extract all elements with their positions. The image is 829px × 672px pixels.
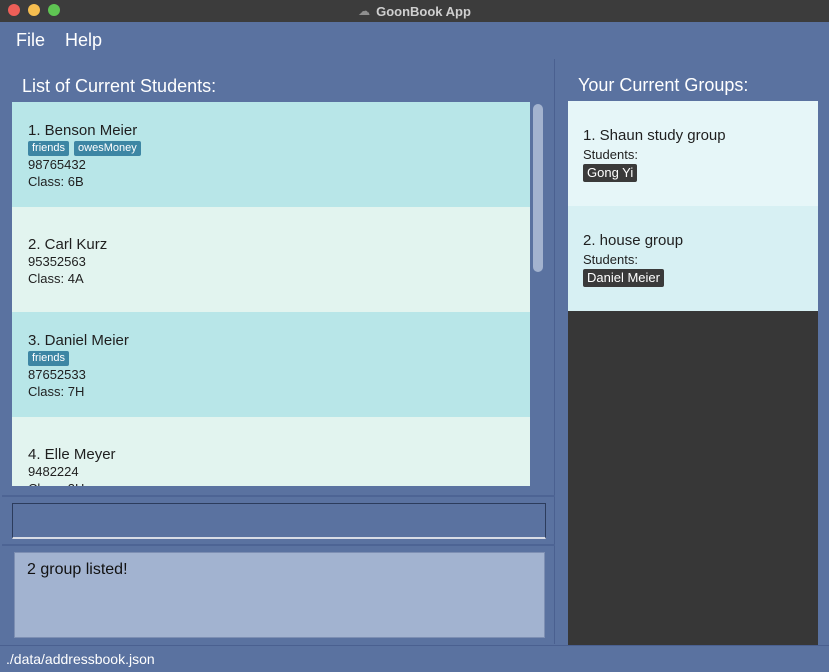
minimize-window-button[interactable] (28, 4, 40, 16)
menu-help[interactable]: Help (65, 30, 102, 51)
maximize-window-button[interactable] (48, 4, 60, 16)
group-card[interactable]: 2. house group Students: Daniel Meier (568, 206, 818, 311)
panel-divider (2, 544, 555, 546)
student-tags: friends (28, 351, 530, 366)
window-titlebar: ☁ GoonBook App (0, 0, 829, 22)
result-display: 2 group listed! (14, 552, 545, 638)
close-window-button[interactable] (8, 4, 20, 16)
group-card[interactable]: 1. Shaun study group Students: Gong Yi (568, 101, 818, 206)
menu-bar: File Help (0, 22, 829, 58)
save-file-path: ./data/addressbook.json (6, 651, 155, 667)
student-tag: owesMoney (74, 141, 141, 156)
window-title-group: ☁ GoonBook App (358, 4, 471, 19)
group-name: 2. house group (583, 232, 684, 249)
student-phone: 95352563 (28, 254, 86, 269)
student-tag: friends (28, 141, 70, 156)
command-input[interactable] (12, 503, 546, 539)
student-name: 4. Elle Meyer (28, 446, 116, 463)
student-phone: 87652533 (28, 367, 86, 382)
student-card[interactable]: 2. Carl Kurz 95352563 Class: 4A (12, 207, 530, 312)
student-name: 2. Carl Kurz (28, 236, 108, 253)
group-member-chip: Daniel Meier (583, 269, 664, 287)
student-card[interactable]: 4. Elle Meyer 9482224 Class: 3H (12, 417, 530, 486)
status-bar: ./data/addressbook.json (0, 645, 829, 672)
group-students-label: Students: (583, 147, 638, 162)
group-list[interactable]: 1. Shaun study group Students: Gong Yi 2… (568, 101, 818, 660)
student-name: 3. Daniel Meier (28, 332, 129, 349)
student-card[interactable]: 1. Benson Meier friends owesMoney 987654… (12, 102, 530, 207)
group-panel: Your Current Groups: 1. Shaun study grou… (557, 59, 829, 660)
student-list[interactable]: 1. Benson Meier friends owesMoney 987654… (12, 102, 530, 486)
group-member-chip: Gong Yi (583, 164, 638, 182)
student-name: 1. Benson Meier (28, 122, 138, 139)
menu-file[interactable]: File (16, 30, 45, 51)
group-name: 1. Shaun study group (583, 127, 726, 144)
student-tags: friends owesMoney (28, 141, 530, 156)
student-card[interactable]: 3. Daniel Meier friends 87652533 Class: … (12, 312, 530, 417)
app-icon: ☁ (358, 4, 371, 18)
panel-divider (2, 495, 555, 497)
student-list-scrollbar[interactable] (533, 104, 543, 272)
student-tag: friends (28, 351, 70, 366)
student-panel-title: List of Current Students: (22, 76, 217, 96)
group-students-label: Students: (583, 252, 638, 267)
student-phone: 98765432 (28, 157, 86, 172)
result-text: 2 group listed! (27, 561, 128, 578)
student-class: Class: 4A (28, 271, 84, 286)
window-title: GoonBook App (376, 3, 471, 19)
group-panel-title: Your Current Groups: (578, 75, 749, 95)
student-class: Class: 3H (28, 480, 530, 486)
student-class: Class: 7H (28, 384, 85, 399)
window-controls (8, 4, 60, 16)
student-panel: List of Current Students: 1. Benson Meie… (2, 59, 555, 644)
student-phone: 9482224 (28, 464, 79, 479)
student-class: Class: 6B (28, 174, 84, 189)
